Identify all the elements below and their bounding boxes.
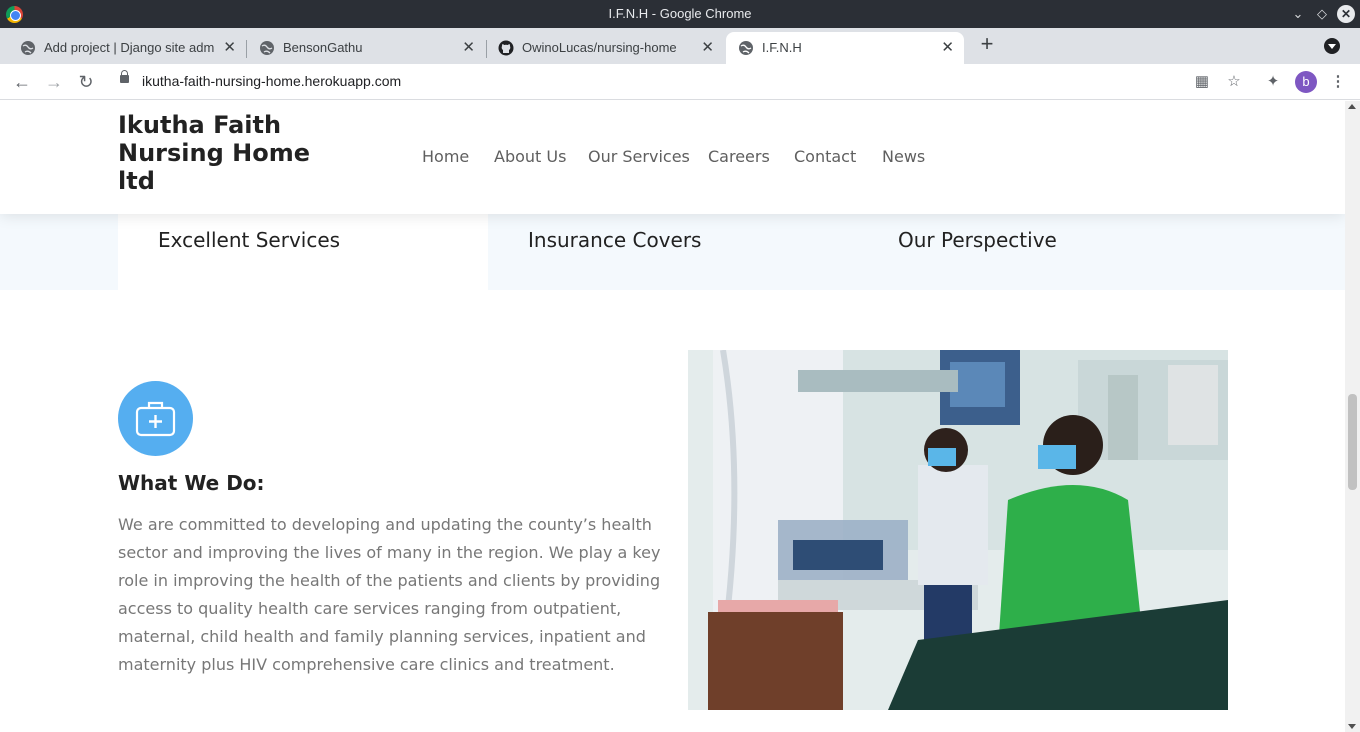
more-menu-icon[interactable]: ⋮ <box>1328 72 1348 92</box>
site-brand[interactable]: Ikutha Faith Nursing Home ltd <box>118 111 318 195</box>
minimize-icon[interactable]: ⌄ <box>1288 4 1308 24</box>
github-icon <box>498 40 514 56</box>
page-scrollbar[interactable] <box>1345 101 1360 732</box>
tab-close-icon[interactable]: ✕ <box>701 38 714 56</box>
feature-tab-insurance-covers[interactable]: Insurance Covers <box>488 214 858 290</box>
profile-avatar[interactable]: b <box>1295 71 1317 93</box>
extensions-puzzle-icon[interactable]: ✦ <box>1263 72 1283 92</box>
scrollbar-thumb[interactable] <box>1348 394 1357 490</box>
nurse-and-patient-photo <box>688 350 1228 710</box>
scroll-up-arrow-icon[interactable] <box>1348 104 1356 109</box>
tab-close-icon[interactable]: ✕ <box>462 38 475 56</box>
tab-title: I.F.N.H <box>762 40 802 55</box>
section-title: What We Do: <box>118 471 265 495</box>
window-titlebar: I.F.N.H - Google Chrome ⌄ ◇ ✕ <box>0 0 1360 28</box>
globe-icon <box>739 41 753 55</box>
page-viewport: Ikutha Faith Nursing Home ltd Home About… <box>0 101 1345 732</box>
nav-about-us[interactable]: About Us <box>494 147 566 166</box>
window-close-icon[interactable]: ✕ <box>1337 5 1355 23</box>
lock-icon[interactable] <box>120 70 129 83</box>
globe-icon <box>260 41 274 55</box>
tab-close-icon[interactable]: ✕ <box>223 38 236 56</box>
browser-toolbar: ← → ↻ ikutha-faith-nursing-home.herokuap… <box>0 64 1360 100</box>
feature-tab-label: Insurance Covers <box>528 228 702 252</box>
maximize-icon[interactable]: ◇ <box>1312 4 1332 24</box>
translate-icon[interactable]: ▦ <box>1192 72 1212 92</box>
tab-django-admin[interactable]: Add project | Django site adm ✕ <box>8 32 246 64</box>
nav-news[interactable]: News <box>882 147 925 166</box>
new-tab-icon[interactable]: + <box>976 33 998 56</box>
medical-kit-icon <box>135 401 176 437</box>
section-body: We are committed to developing and updat… <box>118 515 661 674</box>
window-title: I.F.N.H - Google Chrome <box>608 6 752 21</box>
feature-tab-label: Our Perspective <box>898 228 1057 252</box>
nav-our-services[interactable]: Our Services <box>588 147 690 166</box>
feature-tab-label: Excellent Services <box>158 228 341 252</box>
address-bar[interactable]: ikutha-faith-nursing-home.herokuapp.com <box>142 73 401 89</box>
reload-icon[interactable]: ↻ <box>74 70 98 94</box>
tab-github-repo[interactable]: OwinoLucas/nursing-home ✕ <box>486 32 724 64</box>
tab-bensongathu[interactable]: BensonGathu ✕ <box>247 32 485 64</box>
tab-title: Add project | Django site adm <box>44 40 215 55</box>
tab-ifnh[interactable]: I.F.N.H ✕ <box>726 32 964 64</box>
tab-title: BensonGathu <box>283 40 363 55</box>
nav-careers[interactable]: Careers <box>708 147 770 166</box>
feature-tab-our-perspective[interactable]: Our Perspective <box>858 214 1228 290</box>
nav-contact[interactable]: Contact <box>794 147 856 166</box>
scroll-down-arrow-icon[interactable] <box>1348 724 1356 729</box>
globe-icon <box>21 41 35 55</box>
feature-tab-excellent-services[interactable]: Excellent Services <box>118 214 488 290</box>
tab-close-icon[interactable]: ✕ <box>941 38 954 56</box>
back-arrow-icon[interactable]: ← <box>10 70 34 94</box>
site-header: Ikutha Faith Nursing Home ltd Home About… <box>0 101 1345 214</box>
tab-strip: Add project | Django site adm ✕ BensonGa… <box>0 28 1360 64</box>
tab-title: OwinoLucas/nursing-home <box>522 40 677 55</box>
nav-home[interactable]: Home <box>422 147 469 166</box>
bookmark-star-icon[interactable]: ☆ <box>1224 72 1244 92</box>
tab-search-icon[interactable] <box>1324 38 1340 54</box>
service-icon-circle <box>118 381 193 456</box>
forward-arrow-icon[interactable]: → <box>42 70 66 94</box>
